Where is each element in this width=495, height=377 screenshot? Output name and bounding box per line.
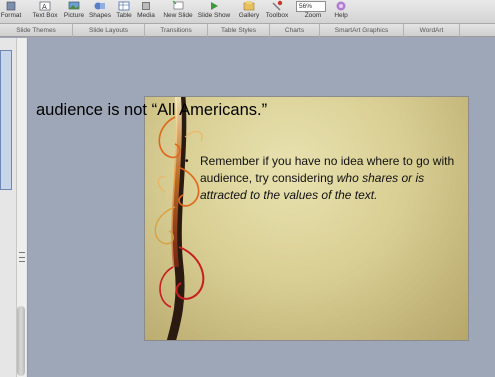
pane-splitter-handle[interactable] (19, 252, 25, 262)
tab-slide-layouts[interactable]: Slide Layouts (73, 24, 145, 37)
tab-smartart-graphics[interactable]: SmartArt Graphics (320, 24, 404, 37)
media-icon (142, 2, 150, 10)
help-icon (336, 1, 346, 11)
text-box-icon: A (39, 1, 51, 11)
svg-text:A: A (42, 3, 47, 11)
toolbox-label: Toolbox (265, 12, 289, 19)
slide-show-label: Slide Show (197, 12, 231, 19)
table-button[interactable]: Table (114, 0, 134, 24)
slide-canvas[interactable]: • Remember if you have no idea where to … (144, 96, 469, 341)
gallery-button[interactable]: Gallery (236, 0, 262, 24)
gallery-icon (243, 1, 255, 11)
gallery-label: Gallery (238, 12, 260, 19)
tab-table-styles-label: Table Styles (220, 27, 257, 34)
tab-wordart[interactable]: WordArt (404, 24, 460, 37)
slide-thumbnail-selected[interactable] (0, 50, 12, 190)
slide-show-button[interactable]: Slide Show (196, 0, 232, 24)
tab-wordart-label: WordArt (419, 27, 444, 34)
tab-slide-themes[interactable]: Slide Themes (0, 24, 73, 37)
slide-show-icon (211, 2, 218, 10)
text-box-button[interactable]: A Text Box (30, 0, 60, 24)
help-label: Help (334, 12, 348, 19)
navigation-scroll-thumb[interactable] (17, 306, 25, 376)
zoom-button[interactable]: Zoom (300, 0, 326, 24)
bullet-text: Remember if you have no idea where to go… (185, 153, 455, 204)
slide-title-text[interactable]: audience is not “All Americans.” (36, 101, 267, 120)
format-label: Format (0, 12, 22, 19)
tab-transitions[interactable]: Transitions (145, 24, 208, 37)
shapes-label: Shapes (88, 12, 112, 19)
swirl-vine-graphic (154, 97, 205, 340)
shapes-button[interactable]: Shapes (88, 0, 112, 24)
tab-charts[interactable]: Charts (270, 24, 320, 37)
slide-navigation-pane (0, 38, 28, 377)
picture-icon (68, 1, 80, 10)
zoom-icon (306, 0, 320, 12)
ribbon-tab-bar: Slide Themes Slide Layouts Transitions T… (0, 24, 495, 37)
tab-slide-layouts-label: Slide Layouts (88, 27, 129, 34)
picture-label: Picture (63, 12, 85, 19)
media-label: Media (137, 12, 155, 19)
shapes-icon (94, 2, 105, 10)
format-icon (6, 1, 16, 11)
toolbox-button[interactable]: Toolbox (263, 0, 291, 24)
new-slide-label: New Slide (163, 12, 193, 19)
help-button[interactable]: Help (331, 0, 351, 24)
text-box-label: Text Box (32, 12, 58, 19)
media-button[interactable]: Media (136, 0, 156, 24)
new-slide-button[interactable]: New Slide (162, 0, 194, 24)
tab-smartart-graphics-label: SmartArt Graphics (334, 27, 389, 34)
table-icon (118, 1, 130, 11)
standard-toolbar: Format A Text Box Picture Shapes Table M… (0, 0, 495, 24)
format-button[interactable]: Format (0, 0, 22, 24)
zoom-label: Zoom (304, 12, 322, 19)
slide-bullet[interactable]: • Remember if you have no idea where to … (185, 153, 455, 204)
tab-charts-label: Charts (284, 27, 305, 34)
picture-button[interactable]: Picture (62, 0, 86, 24)
toolbox-icon (272, 0, 283, 11)
table-label: Table (116, 12, 132, 19)
new-slide-icon (172, 0, 184, 10)
tab-slide-themes-label: Slide Themes (16, 27, 56, 34)
tab-transitions-label: Transitions (160, 27, 192, 34)
bullet-marker: • (185, 156, 189, 167)
tab-table-styles[interactable]: Table Styles (208, 24, 270, 37)
